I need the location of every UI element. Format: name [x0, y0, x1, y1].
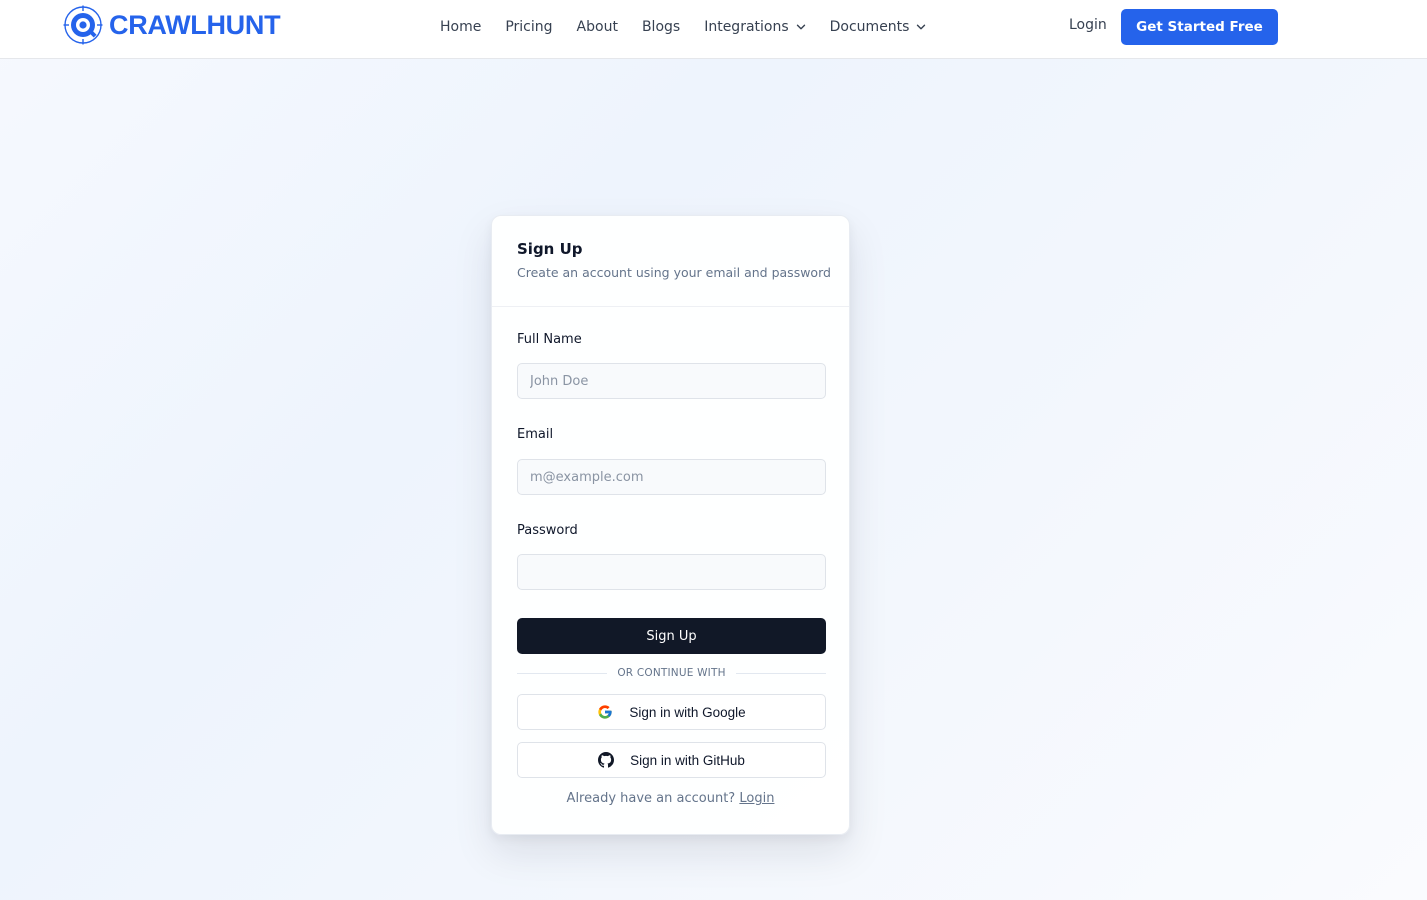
divider-line	[735, 672, 827, 674]
nav-about[interactable]: About	[577, 19, 618, 35]
email-input[interactable]	[517, 459, 826, 495]
login-link[interactable]: Login	[739, 791, 774, 806]
nav-blogs[interactable]: Blogs	[642, 19, 680, 35]
crawlhunt-logo-icon	[63, 5, 103, 45]
nav-integrations-dropdown[interactable]: Integrations	[704, 19, 805, 35]
header-login-link[interactable]: Login	[1069, 17, 1107, 33]
google-sign-in-label: Sign in with Google	[629, 704, 746, 720]
brand-logo[interactable]: CRAWLHUNT	[63, 4, 281, 46]
already-have-account-text: Already have an account?	[566, 791, 736, 806]
email-label: Email	[517, 427, 554, 442]
nav-pricing[interactable]: Pricing	[505, 19, 552, 35]
main-nav: Home Pricing About Blogs Integrations Do…	[440, 17, 950, 37]
get-started-free-button[interactable]: Get Started Free	[1121, 9, 1278, 45]
signup-card-header: Sign Up Create an account using your ema…	[492, 216, 849, 307]
full-name-label: Full Name	[517, 332, 582, 347]
google-sign-in-button[interactable]: Sign in with Google	[517, 694, 826, 730]
divider-line	[517, 672, 608, 674]
divider-text: OR CONTINUE WITH	[617, 667, 726, 679]
chevron-down-icon	[796, 24, 805, 30]
signup-card: Sign Up Create an account using your ema…	[491, 215, 850, 835]
nav-blogs-label: Blogs	[641, 19, 681, 35]
signup-subtitle: Create an account using your email and p…	[517, 265, 831, 280]
github-icon	[598, 752, 615, 768]
nav-home-label: Home	[440, 19, 482, 35]
nav-pricing-label: Pricing	[505, 19, 553, 35]
nav-documents-dropdown[interactable]: Documents	[830, 19, 927, 35]
nav-documents-label: Documents	[829, 19, 910, 35]
github-sign-in-label: Sign in with GitHub	[630, 752, 745, 768]
sign-up-button[interactable]: Sign Up	[517, 618, 826, 654]
password-label: Password	[517, 523, 578, 538]
nav-integrations-label: Integrations	[704, 19, 789, 35]
chevron-down-icon	[917, 24, 926, 30]
site-header: CRAWLHUNT Home Pricing About Blogs Integ…	[0, 0, 1427, 59]
password-input[interactable]	[517, 554, 826, 590]
full-name-input[interactable]	[517, 363, 826, 399]
nav-home[interactable]: Home	[440, 19, 481, 35]
or-continue-divider: OR CONTINUE WITH	[517, 666, 827, 680]
github-sign-in-button[interactable]: Sign in with GitHub	[517, 742, 826, 778]
signup-title: Sign Up	[517, 240, 583, 258]
google-icon	[598, 705, 612, 719]
nav-about-label: About	[576, 19, 618, 35]
brand-name: CRAWLHUNT	[109, 9, 281, 40]
already-have-account: Already have an account? Login	[492, 791, 849, 806]
